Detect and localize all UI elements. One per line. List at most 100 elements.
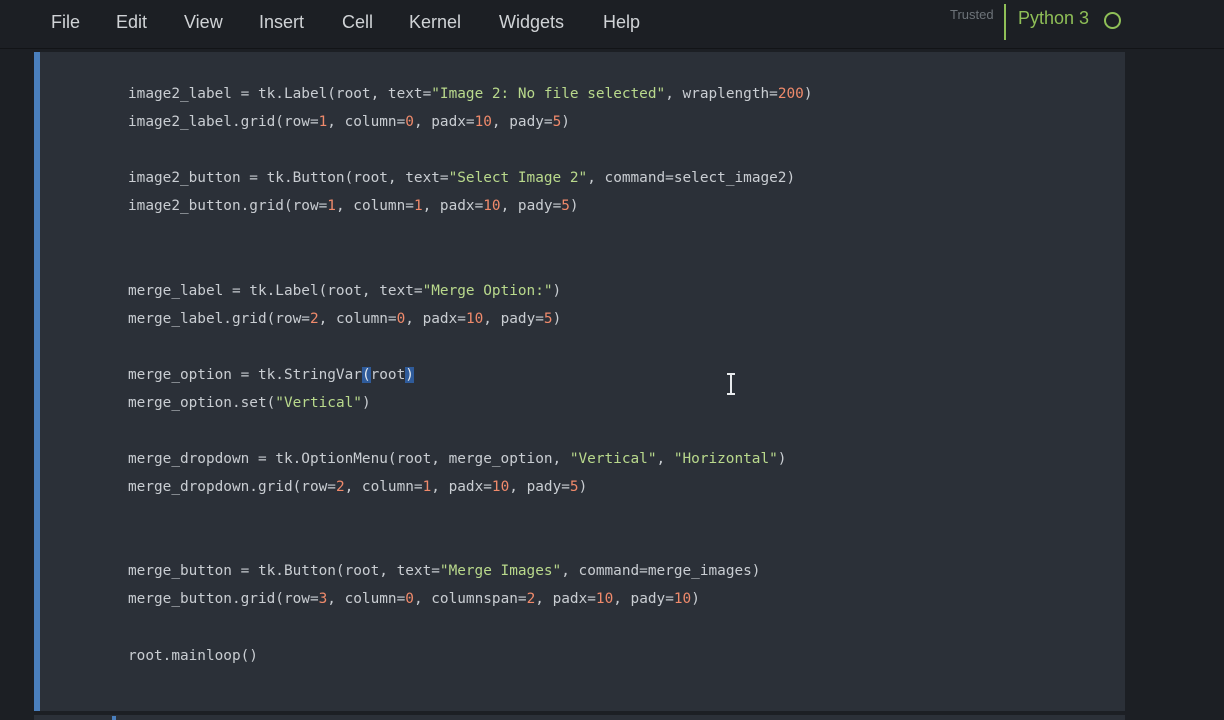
- code-string: "Merge Images": [439, 563, 562, 580]
- code-number: 1: [413, 198, 423, 215]
- kernel-divider: [1004, 4, 1006, 40]
- menu-insert[interactable]: Insert: [259, 10, 304, 34]
- next-cell-marker: [112, 716, 116, 720]
- code-token: image2_label.grid(row=: [128, 114, 319, 131]
- code-number: 10: [483, 198, 501, 215]
- code-line[interactable]: merge_button.grid(row=3, column=0, colum…: [128, 589, 700, 609]
- code-token: , columnspan=: [413, 591, 527, 608]
- code-line[interactable]: merge_dropdown.grid(row=2, column=1, pad…: [128, 477, 587, 497]
- kernel-idle-circle-icon: [1104, 12, 1121, 29]
- code-line[interactable]: image2_button.grid(row=1, column=1, padx…: [128, 196, 579, 216]
- code-token: , padx=: [431, 479, 492, 496]
- menu-widgets[interactable]: Widgets: [499, 10, 564, 34]
- code-string: "Select Image 2": [448, 170, 588, 187]
- matched-bracket: (: [361, 366, 371, 383]
- code-number: 2: [309, 310, 319, 327]
- code-token: , pady=: [509, 479, 570, 496]
- matched-bracket: ): [405, 366, 414, 383]
- menubar: File Edit View Insert Cell Kernel Widget…: [0, 0, 1224, 49]
- code-token: , wraplength=: [665, 86, 778, 102]
- code-token: merge_button.grid(row=: [128, 591, 319, 608]
- kernel-name[interactable]: Python 3: [1018, 8, 1089, 29]
- menu-cell[interactable]: Cell: [342, 10, 373, 34]
- code-number: 10: [474, 114, 492, 131]
- code-number: 0: [405, 114, 414, 131]
- code-number: 10: [491, 479, 510, 496]
- code-number: 5: [552, 114, 562, 131]
- code-string: "Vertical": [569, 451, 657, 468]
- code-token: , pady=: [500, 198, 562, 215]
- code-number: 10: [465, 310, 484, 327]
- code-number: 1: [327, 198, 336, 215]
- menu-view[interactable]: View: [184, 10, 223, 34]
- code-token: merge_dropdown = tk.OptionMenu(root, mer…: [128, 451, 570, 468]
- trusted-indicator[interactable]: Trusted: [950, 7, 994, 22]
- code-token: , column=: [327, 591, 406, 608]
- code-token: root.mainloop(): [128, 647, 258, 664]
- code-number: 0: [396, 310, 406, 327]
- menu-edit[interactable]: Edit: [116, 10, 147, 34]
- code-number: 5: [561, 198, 570, 215]
- code-token: , pady=: [491, 114, 553, 131]
- code-line[interactable]: merge_label.grid(row=2, column=0, padx=1…: [128, 309, 561, 329]
- code-token: ): [569, 198, 579, 215]
- code-string: "Merge Option:": [422, 282, 553, 299]
- code-token: , column=: [327, 114, 406, 131]
- code-token: ): [777, 451, 787, 468]
- code-number: 5: [543, 310, 553, 327]
- code-token: ): [361, 394, 371, 411]
- code-line[interactable]: image2_button = tk.Button(root, text="Se…: [128, 168, 795, 188]
- code-line[interactable]: image2_label = tk.Label(root, text="Imag…: [128, 84, 813, 104]
- code-token: merge_dropdown.grid(row=: [128, 479, 336, 496]
- code-number: 10: [673, 591, 692, 608]
- code-token: , column=: [344, 479, 423, 496]
- code-number: 200: [777, 86, 804, 102]
- code-token: , command=merge_images): [561, 563, 761, 580]
- code-token: ): [803, 86, 813, 102]
- code-token: root: [370, 366, 406, 383]
- code-string: "Vertical": [275, 394, 362, 411]
- code-number: 5: [569, 479, 579, 496]
- menu-file[interactable]: File: [51, 10, 80, 34]
- code-token: image2_label = tk.Label(root, text=: [128, 86, 432, 102]
- code-token: merge_button = tk.Button(root, text=: [128, 563, 440, 580]
- code-string: "Image 2: No file selected": [431, 86, 666, 102]
- code-token: merge_option = tk.StringVar: [128, 366, 362, 383]
- code-line[interactable]: merge_dropdown = tk.OptionMenu(root, mer…: [128, 449, 786, 469]
- code-line[interactable]: root.mainloop(): [128, 646, 258, 666]
- code-token: , padx=: [535, 591, 596, 608]
- code-token: merge_label = tk.Label(root, text=: [128, 282, 423, 299]
- code-token: image2_button = tk.Button(root, text=: [128, 170, 449, 187]
- code-token: ): [578, 479, 588, 496]
- code-token: image2_button.grid(row=: [128, 198, 328, 215]
- code-token: , padx=: [422, 198, 484, 215]
- code-number: 1: [422, 479, 432, 496]
- menu-kernel[interactable]: Kernel: [409, 10, 461, 34]
- code-line[interactable]: merge_option = tk.StringVar(root): [128, 365, 414, 385]
- code-number: 2: [335, 479, 345, 496]
- code-token: ): [552, 310, 562, 327]
- code-number: 3: [318, 591, 328, 608]
- code-number: 0: [405, 591, 414, 608]
- code-token: ): [691, 591, 700, 608]
- code-token: ): [552, 282, 562, 299]
- code-number: 2: [526, 591, 536, 608]
- code-token: , padx=: [413, 114, 475, 131]
- code-token: , pady=: [613, 591, 674, 608]
- code-token: merge_label.grid(row=: [128, 310, 310, 327]
- code-token: , padx=: [405, 310, 466, 327]
- code-string: "Horizontal": [673, 451, 778, 468]
- code-token: , column=: [318, 310, 397, 327]
- code-line[interactable]: image2_label.grid(row=1, column=0, padx=…: [128, 112, 570, 132]
- code-number: 10: [595, 591, 614, 608]
- code-line[interactable]: merge_option.set("Vertical"): [128, 393, 371, 413]
- code-token: , column=: [335, 198, 414, 215]
- selected-cell-indicator: [34, 52, 40, 711]
- code-line[interactable]: merge_label = tk.Label(root, text="Merge…: [128, 281, 561, 301]
- code-token: ,: [656, 451, 674, 468]
- code-token: ): [561, 114, 570, 131]
- menu-help[interactable]: Help: [603, 10, 640, 34]
- code-line[interactable]: merge_button = tk.Button(root, text="Mer…: [128, 561, 760, 581]
- code-token: , command=select_image2): [587, 170, 796, 187]
- code-number: 1: [318, 114, 328, 131]
